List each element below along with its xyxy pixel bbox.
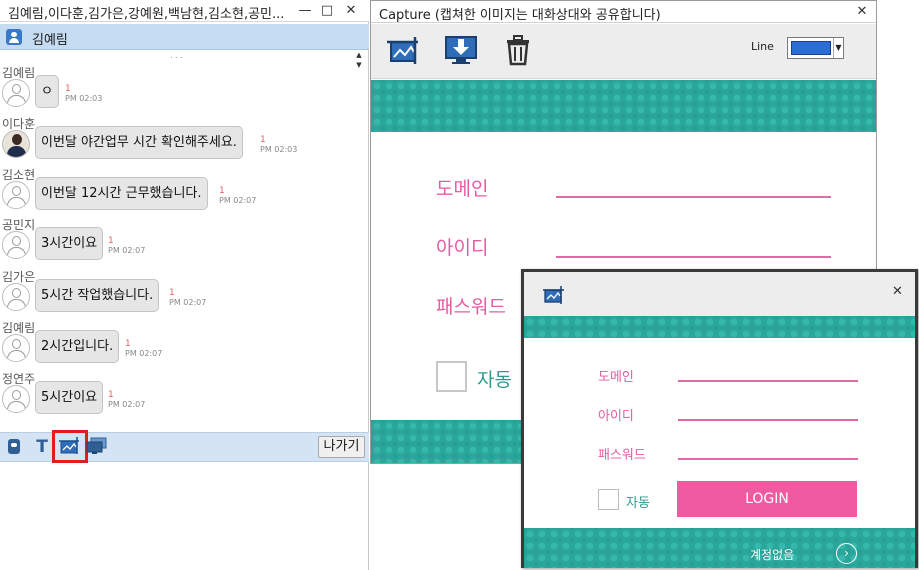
- close-button[interactable]: ✕: [342, 2, 360, 20]
- auto-login-label: 자동: [626, 496, 650, 511]
- domain-label: 도메인: [598, 370, 634, 385]
- password-field[interactable]: [678, 458, 858, 460]
- screen-share-icon[interactable]: [86, 437, 108, 455]
- avatar[interactable]: [2, 130, 30, 158]
- line-color-swatch: [791, 41, 831, 55]
- message-item: 김가은 5시간 작업했습니다. 1 PM 02:07: [0, 268, 369, 318]
- id-field[interactable]: [556, 256, 831, 258]
- auto-login-checkbox[interactable]: [598, 489, 619, 510]
- capture-image-icon[interactable]: [387, 34, 421, 66]
- unread-count: 1: [169, 288, 175, 298]
- capture-title: Capture (캡쳐한 이미지는 대화상대와 공유합니다): [379, 8, 661, 23]
- unread-count: 1: [108, 236, 114, 246]
- default-avatar-icon[interactable]: [2, 283, 30, 311]
- message-item: 김소현 이번달 12시간 근무했습니다. 1 PM 02:07: [0, 166, 369, 216]
- download-icon[interactable]: [444, 34, 478, 66]
- close-button[interactable]: ✕: [892, 284, 903, 299]
- id-label: 아이디: [598, 409, 634, 424]
- default-avatar-icon[interactable]: [2, 79, 30, 107]
- message-time: PM 02:07: [169, 298, 207, 307]
- id-field[interactable]: [678, 419, 858, 421]
- message-time: PM 02:07: [219, 196, 257, 205]
- message-bubble: 3시간이요: [35, 227, 104, 260]
- splitter-handle[interactable]: ...: [170, 51, 185, 61]
- password-label: 패스워드: [436, 296, 506, 318]
- screen-capture-icon[interactable]: [59, 437, 81, 455]
- line-label: Line: [751, 40, 774, 53]
- default-avatar-icon[interactable]: [2, 181, 30, 209]
- chat-user-header: 김예림 ▲ ▼: [0, 24, 369, 69]
- domain-label: 도메인: [436, 178, 489, 200]
- teal-header-band: [371, 80, 876, 132]
- teal-footer-band: [524, 528, 915, 568]
- message-bubble: 이번달 12시간 근무했습니다.: [35, 177, 208, 210]
- message-bubble: 이번달 야간업무 시간 확인해주세요.: [35, 126, 243, 159]
- message-bubble: 5시간 작업했습니다.: [35, 279, 160, 312]
- message-time: PM 02:07: [108, 400, 146, 409]
- message-item: 김예림 2시간입니다. 1 PM 02:07: [0, 319, 369, 369]
- domain-field[interactable]: [556, 196, 831, 198]
- message-bubble: 2시간입니다.: [35, 330, 120, 363]
- auto-login-label: 자동: [477, 369, 512, 391]
- unread-count: 1: [125, 339, 131, 349]
- unread-count: 1: [219, 186, 225, 196]
- login-button[interactable]: LOGIN: [677, 481, 857, 517]
- message-time: PM 02:07: [125, 349, 163, 358]
- message-bubble: ㅇ: [35, 75, 59, 108]
- chat-window: 김예림,이다훈,김가은,강예원,백남현,김소현,공민... — □ ✕ 김예림 …: [0, 0, 369, 570]
- password-label: 패스워드: [598, 448, 646, 463]
- message-time: PM 02:03: [260, 145, 298, 154]
- unread-count: 1: [65, 84, 71, 94]
- user-icon: [6, 29, 22, 45]
- teal-header-band: [524, 316, 915, 338]
- default-avatar-icon[interactable]: [2, 334, 30, 362]
- unread-count: 1: [260, 135, 266, 145]
- chat-titlebar: 김예림,이다훈,김가은,강예원,백남현,김소현,공민... — □ ✕: [0, 0, 369, 22]
- id-label: 아이디: [436, 237, 489, 259]
- message-item: 공민지 3시간이요 1 PM 02:07: [0, 216, 369, 266]
- popup-header: ✕: [524, 272, 915, 316]
- message-item: 김예림 ㅇ 1 PM 02:03: [0, 64, 369, 114]
- line-color-select[interactable]: ▼: [787, 37, 844, 59]
- trash-icon[interactable]: [501, 34, 535, 66]
- text-icon[interactable]: T: [32, 437, 52, 457]
- capture-toolbar: Line ▼: [371, 24, 876, 79]
- exit-button[interactable]: 나가기: [318, 436, 365, 458]
- message-item: 정연주 5시간이요 1 PM 02:07: [0, 370, 369, 420]
- default-avatar-icon[interactable]: [2, 385, 30, 413]
- message-time: PM 02:03: [65, 94, 103, 103]
- captured-image-popup: ✕ 도메인 아이디 패스워드 자동 LOGIN 계정없음 ›: [521, 269, 918, 568]
- message-item: 이다훈 이번달 야간업무 시간 확인해주세요. 1 PM 02:03: [0, 115, 369, 165]
- unread-count: 1: [108, 390, 114, 400]
- chevron-down-icon[interactable]: ▼: [833, 38, 843, 58]
- no-account-link[interactable]: 계정없음: [750, 546, 794, 563]
- close-button[interactable]: ✕: [853, 3, 871, 21]
- auto-login-checkbox[interactable]: [436, 361, 467, 392]
- message-time: PM 02:07: [108, 246, 146, 255]
- chat-user-name: 김예림: [32, 33, 68, 48]
- minimize-button[interactable]: —: [296, 2, 314, 20]
- maximize-button[interactable]: □: [318, 2, 336, 20]
- arrow-right-icon[interactable]: ›: [836, 543, 857, 564]
- capture-image-icon: [543, 286, 564, 304]
- default-avatar-icon[interactable]: [2, 231, 30, 259]
- message-bubble: 5시간이요: [35, 381, 104, 414]
- emoticon-icon[interactable]: [5, 437, 25, 457]
- capture-titlebar: Capture (캡쳐한 이미지는 대화상대와 공유합니다) ✕: [371, 1, 876, 23]
- domain-field[interactable]: [678, 380, 858, 382]
- chat-title: 김예림,이다훈,김가은,강예원,백남현,김소현,공민...: [8, 7, 285, 22]
